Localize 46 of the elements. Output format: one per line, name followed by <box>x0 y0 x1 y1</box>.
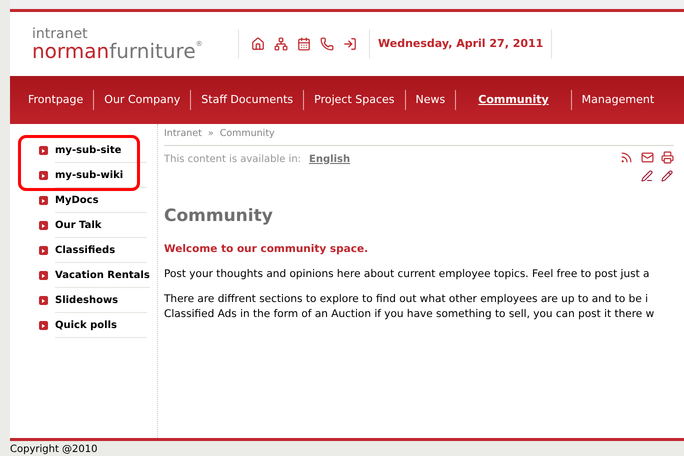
print-icon[interactable] <box>661 151 674 164</box>
breadcrumb-link[interactable]: Community <box>220 127 275 142</box>
body-paragraph: There are diffrent sections to explore to find out what other employees are up to and to be i Classified Ads in the form of an Auction if you have something to sell, you can post it there w <box>164 292 656 322</box>
login-icon[interactable] <box>343 37 357 51</box>
availability-label: This content is available in: <box>164 152 302 166</box>
home-icon[interactable] <box>251 37 265 51</box>
nav-tab[interactable]: News <box>406 92 456 108</box>
intro-text: Welcome to our community space. <box>164 242 370 256</box>
rss-icon[interactable] <box>620 151 633 164</box>
bullet-icon <box>39 146 48 155</box>
body-paragraph: Post your thoughts and opinions here about current employee topics. Feel free to post just a <box>164 267 650 282</box>
nav-tab[interactable]: Our Company <box>94 92 190 108</box>
nav-tab[interactable]: Staff Documents <box>191 92 304 108</box>
sidebar-link[interactable]: my-sub-site <box>55 142 122 158</box>
nav-tab[interactable]: Management <box>572 92 664 108</box>
sidebar-link[interactable]: my-sub-wiki <box>55 168 124 182</box>
nav-tab[interactable]: Project Spaces <box>304 92 405 108</box>
bullet-icon <box>39 296 48 305</box>
bullet-icon <box>39 221 48 230</box>
bullet-icon <box>39 271 48 280</box>
bullet-icon <box>39 171 48 180</box>
sitemap-icon[interactable] <box>274 37 288 51</box>
edit-icon[interactable] <box>661 170 674 182</box>
sidebar-link[interactable]: Our Talk <box>55 218 102 232</box>
copyright-text: Copyright @2010 <box>10 444 98 456</box>
nav-tab[interactable]: Frontpage <box>18 92 94 108</box>
sidebar-link[interactable]: MyDocs <box>55 192 99 208</box>
sidebar-link[interactable]: Vacation Rentals <box>55 268 150 282</box>
nav-tab[interactable]: Community <box>456 92 571 108</box>
email-icon[interactable] <box>640 151 654 164</box>
phone-icon[interactable] <box>320 37 334 51</box>
bullet-icon <box>39 196 48 205</box>
logo-brand-name: normanfurniture <box>32 41 196 61</box>
sidebar-link[interactable]: Quick polls <box>55 318 117 332</box>
calendar-icon[interactable] <box>297 37 311 51</box>
logo-subtitle: intranet <box>32 27 89 41</box>
sidebar-link[interactable]: Slideshows <box>55 292 118 308</box>
language-link[interactable]: English <box>309 152 350 166</box>
bullet-icon <box>39 246 48 255</box>
breadcrumb-separator: » <box>208 127 214 142</box>
current-date: Wednesday, April 27, 2011 <box>370 29 552 59</box>
breadcrumb-link[interactable]: Intranet <box>164 127 202 142</box>
bullet-icon <box>39 321 48 330</box>
new-edit-icon[interactable] <box>640 170 653 182</box>
sidebar-link[interactable]: Classifieds <box>55 242 116 258</box>
page-title: Community <box>164 205 274 228</box>
